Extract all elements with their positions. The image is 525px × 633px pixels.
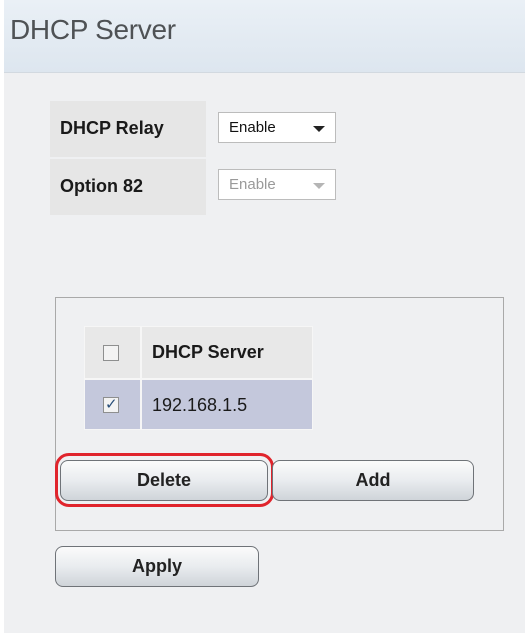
- select-all-checkbox[interactable]: [103, 345, 119, 361]
- dhcp-server-panel: DHCP Server DHCP Relay Enable Option 82 …: [4, 0, 525, 633]
- option82-label-cell: Option 82: [50, 159, 206, 215]
- dhcp-relay-label: DHCP Relay: [60, 118, 164, 138]
- option82-value: Enable: [229, 176, 276, 193]
- row-checkbox-cell: ✓: [84, 379, 141, 430]
- chevron-down-icon: [313, 126, 325, 132]
- header-server-cell: DHCP Server: [141, 326, 313, 379]
- checkmark-icon: ✓: [105, 395, 118, 413]
- panel-header: DHCP Server: [4, 0, 525, 73]
- page-title: DHCP Server: [10, 14, 176, 45]
- highlight-ring: [55, 453, 274, 507]
- row-checkbox[interactable]: ✓: [103, 395, 119, 413]
- dhcp-relay-label-cell: DHCP Relay: [50, 101, 206, 157]
- dhcp-relay-select[interactable]: Enable: [218, 112, 336, 143]
- server-address: 192.168.1.5: [152, 395, 248, 415]
- header-checkbox-cell: [84, 326, 141, 379]
- dhcp-relay-value: Enable: [229, 119, 276, 136]
- add-button[interactable]: Add: [272, 460, 474, 501]
- chevron-down-icon: [313, 183, 325, 189]
- option82-label: Option 82: [60, 176, 144, 196]
- option82-select[interactable]: Enable: [218, 169, 336, 200]
- apply-button[interactable]: Apply: [55, 546, 259, 587]
- column-header-dhcp-server: DHCP Server: [152, 342, 264, 362]
- row-server-cell: 192.168.1.5: [141, 379, 313, 430]
